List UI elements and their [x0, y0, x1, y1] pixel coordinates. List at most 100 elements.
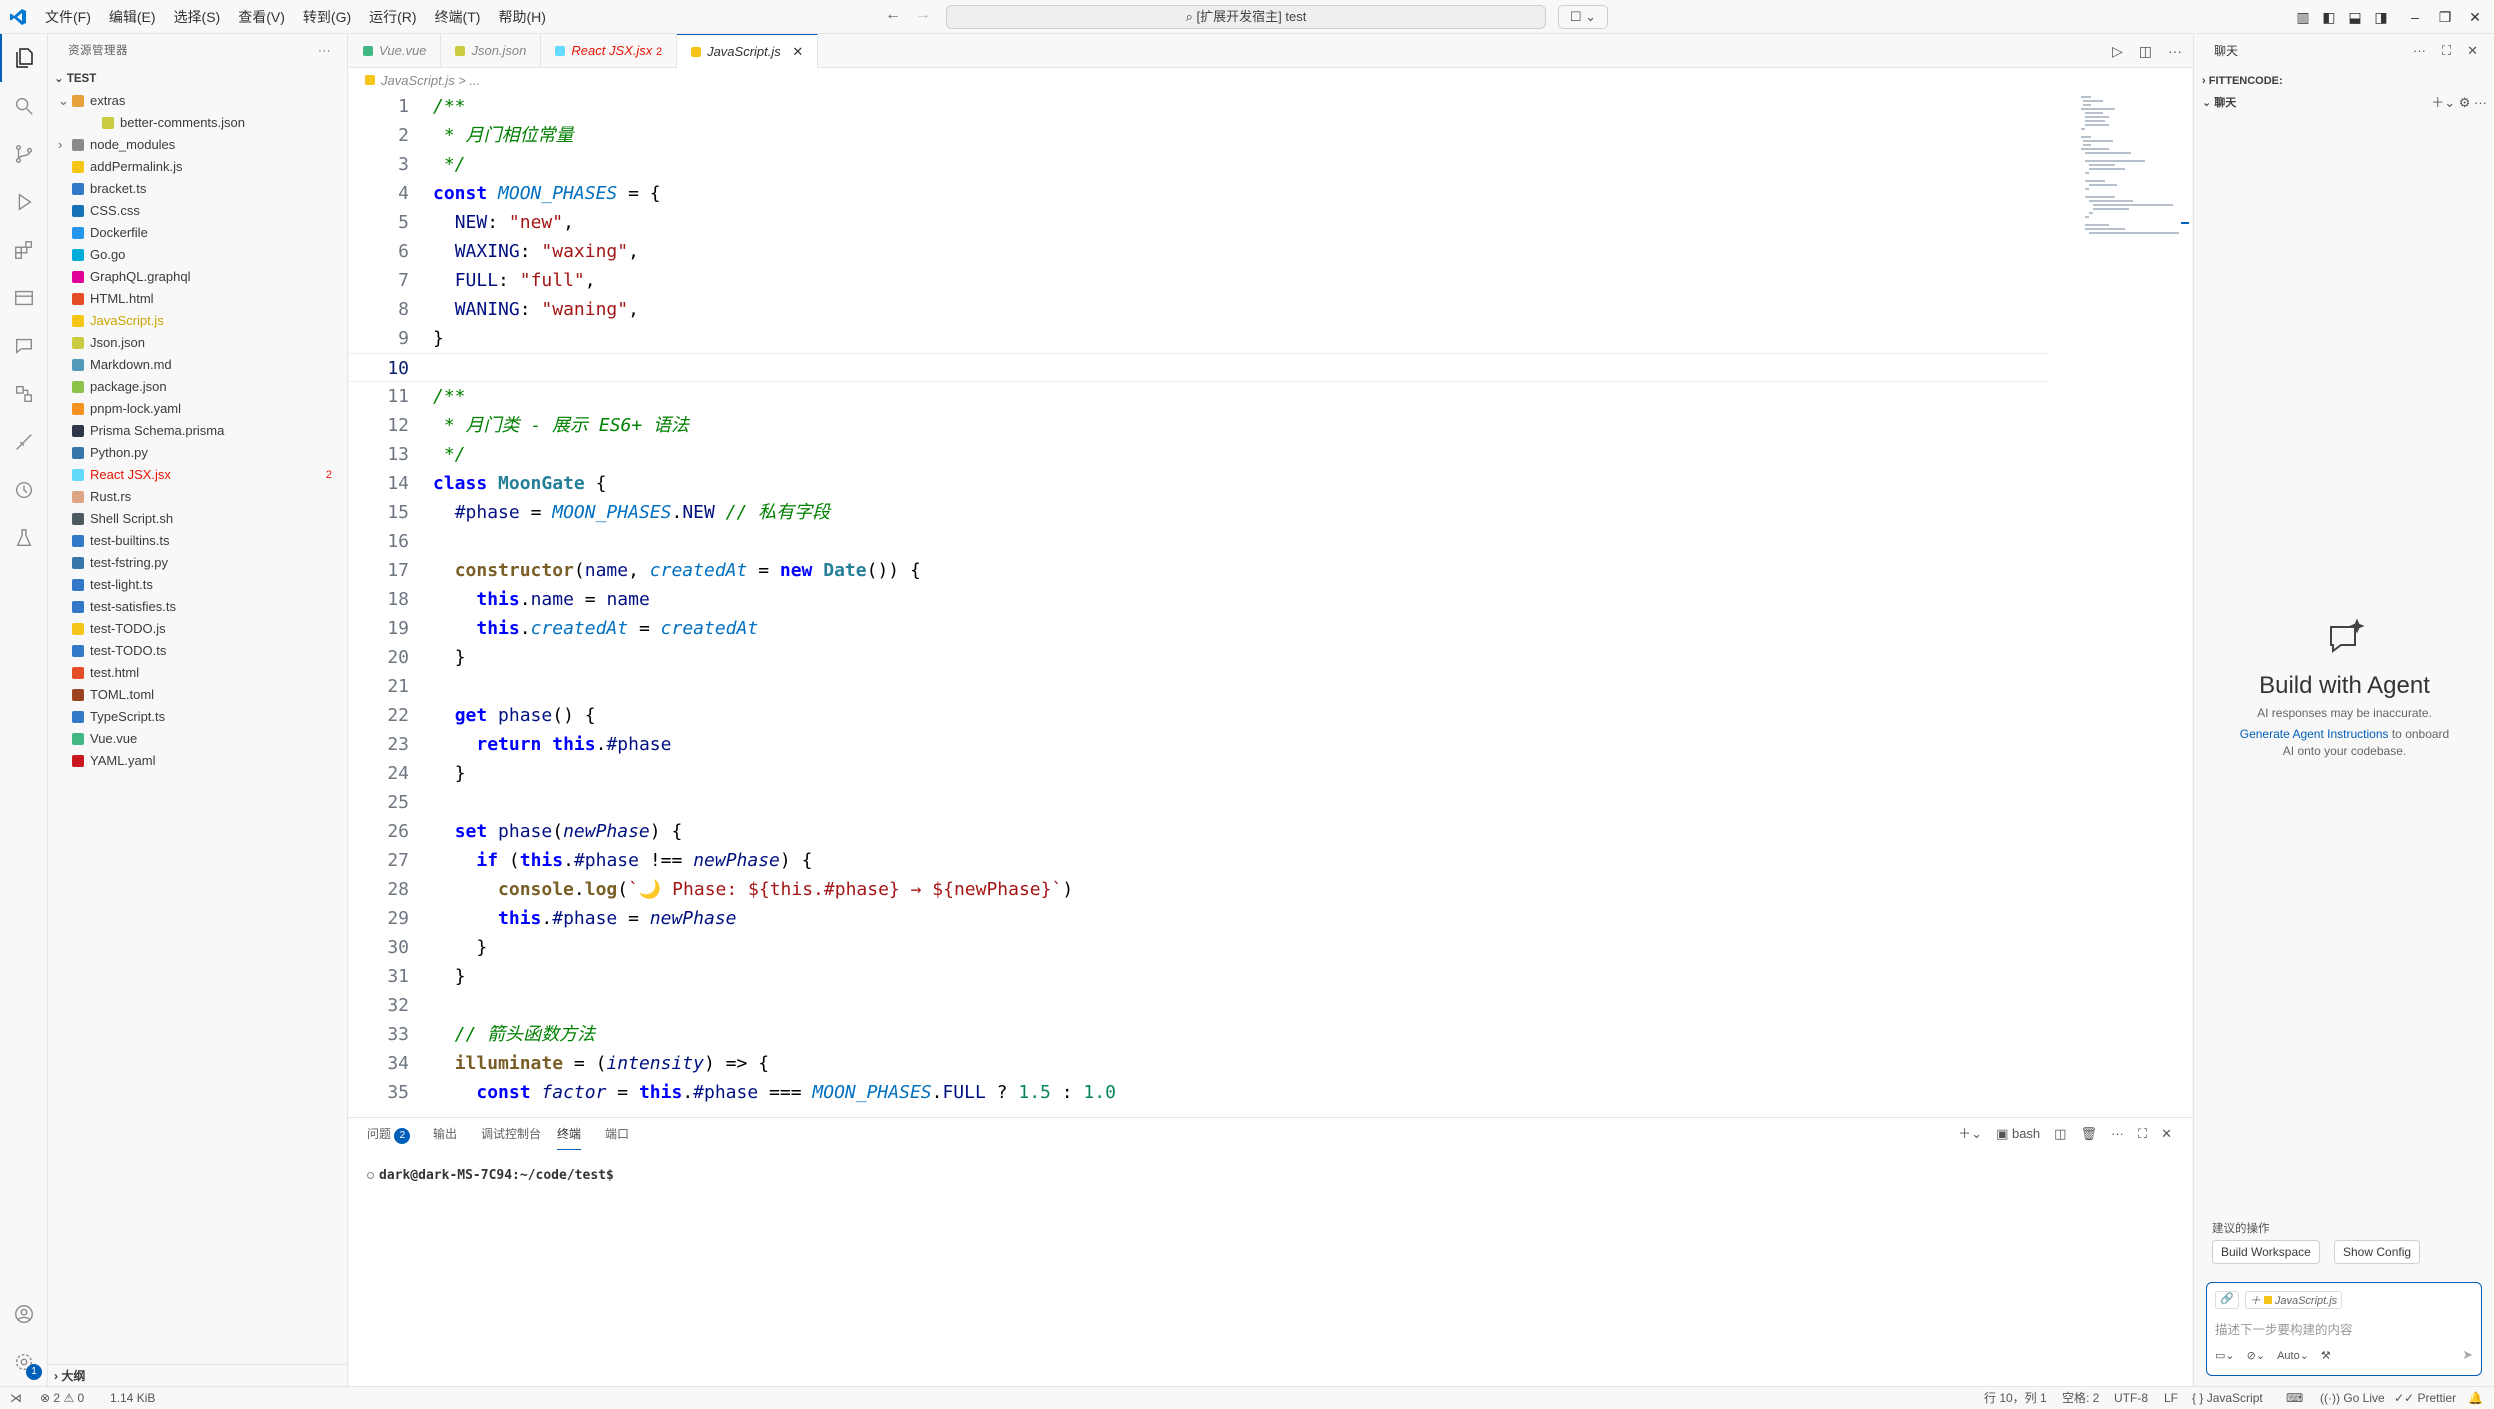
language-mode[interactable]: { } JavaScript — [2192, 1387, 2263, 1409]
breadcrumb[interactable]: JavaScript.js > ... — [349, 68, 480, 94]
generate-instructions-link[interactable]: Generate Agent Instructions — [2240, 727, 2389, 741]
source-control-icon[interactable] — [0, 130, 48, 178]
file-item[interactable]: GraphQL.graphql — [48, 266, 348, 288]
attach-icon[interactable]: 🔗 — [2215, 1291, 2239, 1309]
fittencode-section[interactable]: › FITTENCODE: — [2202, 70, 2283, 92]
file-item[interactable]: package.json — [48, 376, 348, 398]
code-line[interactable]: 8 WANING: "waning", — [349, 295, 2049, 324]
menu-item[interactable]: 帮助(H) — [489, 0, 554, 34]
code-line[interactable]: 33 // 箭头函数方法 — [349, 1020, 2049, 1049]
code-line[interactable]: 3 */ — [349, 150, 2049, 179]
file-item[interactable]: CSS.css — [48, 200, 348, 222]
code-line[interactable]: 11 /** — [349, 382, 2049, 411]
file-item[interactable]: test-builtins.ts — [48, 530, 348, 552]
code-line[interactable]: 14 class MoonGate { — [349, 469, 2049, 498]
file-item[interactable]: Vue.vue — [48, 728, 348, 750]
file-item[interactable]: test-light.ts — [48, 574, 348, 596]
file-item[interactable]: HTML.html — [48, 288, 348, 310]
file-item[interactable]: YAML.yaml — [48, 750, 348, 772]
testing-icon[interactable] — [0, 370, 48, 418]
close-icon[interactable]: ✕ — [2467, 34, 2478, 68]
menu-item[interactable]: 查看(V) — [229, 0, 294, 34]
file-item[interactable]: Go.go — [48, 244, 348, 266]
close-window-button[interactable]: ✕ — [2460, 0, 2490, 34]
file-item[interactable]: pnpm-lock.yaml — [48, 398, 348, 420]
line-ending[interactable]: LF — [2164, 1387, 2178, 1409]
code-line[interactable]: 21 — [349, 672, 2049, 701]
split-terminal-icon[interactable]: ◫ — [2054, 1118, 2066, 1150]
code-line[interactable]: 31 } — [349, 962, 2049, 991]
remote-icon[interactable]: ⋊ — [10, 1387, 22, 1409]
explorer-icon[interactable] — [0, 34, 48, 82]
terminal-shell[interactable]: ▣ bash — [1996, 1118, 2040, 1150]
cursor-position[interactable]: 行 10，列 1 — [1984, 1387, 2047, 1409]
more-icon[interactable]: ··· — [2413, 34, 2426, 68]
code-line[interactable]: 4 const MOON_PHASES = { — [349, 179, 2049, 208]
panel-tab[interactable]: 输出 — [433, 1118, 457, 1150]
folder-item[interactable]: ⌄ extras — [48, 90, 348, 112]
workspace-root[interactable]: ⌄ TEST — [48, 68, 348, 90]
file-item[interactable]: test-satisfies.ts — [48, 596, 348, 618]
chat-bubble-icon[interactable] — [0, 322, 48, 370]
indentation[interactable]: 空格: 2 — [2062, 1387, 2099, 1409]
file-item[interactable]: JavaScript.js — [48, 310, 348, 332]
more-icon[interactable]: ··· — [2168, 34, 2182, 68]
code-editor[interactable]: 1/** 2 * 月门相位常量 3 */4 const MOON_PHASES = {… — [349, 92, 2049, 1112]
code-line[interactable]: 25 — [349, 788, 2049, 817]
git-graph-icon[interactable] — [0, 418, 48, 466]
code-line[interactable]: 29 this.#phase = newPhase — [349, 904, 2049, 933]
code-line[interactable]: 23 return this.#phase — [349, 730, 2049, 759]
search-icon[interactable] — [0, 82, 48, 130]
panel-tab[interactable]: 问题 2 — [367, 1118, 411, 1150]
code-line[interactable]: 28 console.log(`🌙 Phase: ${this.#phase} … — [349, 875, 2049, 904]
panel-tab[interactable]: 调试控制台 — [481, 1118, 541, 1150]
forward-arrow-icon[interactable]: → — [915, 6, 931, 24]
chat-input[interactable]: 描述下一步要构建的内容 — [2215, 1319, 2353, 1338]
model-picker[interactable]: Auto⌄ — [2277, 1349, 2309, 1362]
code-line[interactable]: 27 if (this.#phase !== newPhase) { — [349, 846, 2049, 875]
code-line[interactable]: 20 } — [349, 643, 2049, 672]
code-line[interactable]: 30 } — [349, 933, 2049, 962]
file-item[interactable]: addPermalink.js — [48, 156, 348, 178]
send-icon[interactable]: ➤ — [2462, 1347, 2473, 1363]
terminal-prompt[interactable]: dark@dark-MS-7C94:~/code/test$ — [367, 1168, 614, 1183]
settings-gear-icon[interactable]: ⚙ — [2459, 95, 2474, 110]
minimize-button[interactable]: – — [2400, 0, 2430, 34]
editor-tab[interactable]: React JSX.jsx 2 — [541, 34, 678, 68]
trash-icon[interactable]: 🗑 — [2080, 1118, 2097, 1150]
file-item[interactable]: bracket.ts — [48, 178, 348, 200]
file-item[interactable]: Dockerfile — [48, 222, 348, 244]
code-line[interactable]: 32 — [349, 991, 2049, 1020]
code-line[interactable]: 6 WAXING: "waxing", — [349, 237, 2049, 266]
code-line[interactable]: 1 /** — [349, 92, 2049, 121]
more-actions-icon[interactable]: ··· — [318, 34, 331, 68]
code-line[interactable]: 15 #phase = MOON_PHASES.NEW // 私有字段 — [349, 498, 2049, 527]
file-item[interactable]: Markdown.md — [48, 354, 348, 376]
file-item[interactable]: test.html — [48, 662, 348, 684]
maximize-button[interactable]: ❐ — [2430, 0, 2460, 34]
new-chat-icon[interactable]: ＋⌄ — [2431, 95, 2459, 110]
chat-section[interactable]: ⌄ 聊天 ＋⌄ ⚙ ··· — [2202, 92, 2487, 114]
code-line[interactable]: 7 FULL: "full", — [349, 266, 2049, 295]
code-line[interactable]: 2 * 月门相位常量 — [349, 121, 2049, 150]
menu-item[interactable]: 文件(F) — [36, 0, 100, 34]
code-line[interactable]: 9} — [349, 324, 2049, 353]
tools-icon[interactable]: ⚒ — [2321, 1349, 2331, 1362]
extensions-icon[interactable] — [0, 226, 48, 274]
file-item[interactable]: TOML.toml — [48, 684, 348, 706]
file-item[interactable]: Python.py — [48, 442, 348, 464]
file-item[interactable]: React JSX.jsx 2 — [48, 464, 348, 486]
menu-item[interactable]: 终端(T) — [426, 0, 490, 34]
toggle-secondary-sidebar-icon[interactable]: ◨ — [2366, 0, 2396, 34]
bell-icon[interactable]: 🔔 — [2468, 1387, 2483, 1409]
file-item[interactable]: Json.json — [48, 332, 348, 354]
editor-tab[interactable]: JavaScript.js ✕ — [677, 34, 819, 68]
command-center[interactable]: ⌕ [扩展开发宿主] test — [946, 5, 1546, 29]
close-tab-icon[interactable]: ✕ — [792, 44, 803, 59]
file-item[interactable]: test-fstring.py — [48, 552, 348, 574]
show-config-button[interactable]: Show Config — [2334, 1240, 2421, 1264]
new-terminal-icon[interactable]: ＋⌄ — [1958, 1118, 1982, 1150]
context-chip[interactable]: ＋ JavaScript.js — [2244, 1291, 2343, 1309]
menu-item[interactable]: 转到(G) — [294, 0, 360, 34]
file-item[interactable]: Prisma Schema.prisma — [48, 420, 348, 442]
